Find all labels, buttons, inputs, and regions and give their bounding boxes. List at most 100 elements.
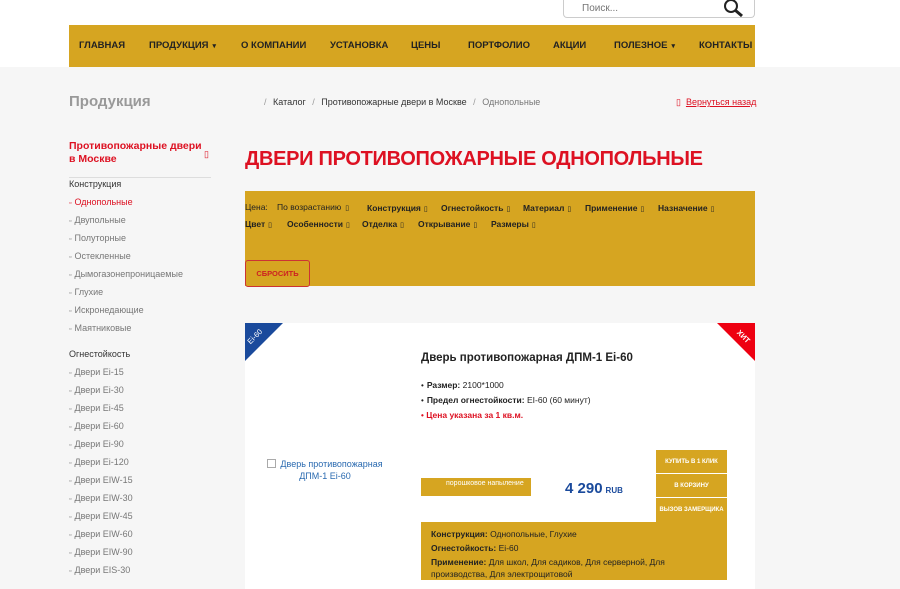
sidebar-item-label: Двери EIW-90 (74, 547, 133, 557)
sidebar-item-double-leaf[interactable]: ▫ Двупольные (69, 215, 126, 225)
price-sort-select[interactable]: По возрастанию ▯ (277, 202, 349, 212)
bullet-icon: ▫ (69, 290, 72, 297)
dropdown-icon: ▯ (531, 222, 536, 229)
product-image[interactable]: Дверь противопожарная ДПМ-1 Ei-60 (260, 458, 390, 482)
nav-about[interactable]: О КОМПАНИИ (241, 40, 306, 51)
sidebar-item-eiw30[interactable]: ▫ Двери EIW-30 (69, 493, 133, 503)
sidebar-item-label: Дымогазонепроницаемые (74, 269, 183, 279)
sidebar-item-ei15[interactable]: ▫ Двери Ei-15 (69, 367, 124, 377)
hit-badge (717, 323, 755, 361)
bullet-icon: • (421, 381, 424, 390)
sidebar-category[interactable]: Противопожарные двери в Москве (69, 140, 209, 166)
sidebar-item-ei90[interactable]: ▫ Двери Ei-90 (69, 439, 124, 449)
bullet-icon: ▫ (69, 272, 72, 279)
bullet-icon: ▫ (69, 532, 72, 539)
nav-useful[interactable]: ПОЛЕЗНОЕ ▾ (614, 40, 675, 51)
nav-contacts[interactable]: КОНТАКТЫ (699, 40, 752, 51)
dropdown-icon: ▯ (400, 222, 405, 229)
spec-label: Размер: (426, 380, 461, 390)
breadcrumb-catalog[interactable]: Каталог (273, 97, 306, 107)
bullet-icon: • (421, 411, 424, 420)
sidebar-item-label: Двери EIW-45 (74, 511, 133, 521)
filter-construction[interactable]: Конструкция ▯ (367, 203, 428, 213)
page-title: ДВЕРИ ПРОТИВОПОЖАРНЫЕ ОДНОПОЛЬНЫЕ (245, 148, 703, 170)
sidebar-item-smoke-tight[interactable]: ▫ Дымогазонепроницаемые (69, 269, 183, 279)
filter-sizes[interactable]: Размеры ▯ (491, 219, 536, 229)
sidebar-item-label: Двери EIW-30 (74, 493, 133, 503)
sidebar-item-ei60[interactable]: ▫ Двери Ei-60 (69, 421, 124, 431)
prop-value: Однопольные, Глухие (490, 529, 577, 539)
nav-products[interactable]: ПРОДУКЦИЯ ▾ (149, 40, 216, 51)
nav-useful-label: ПОЛЕЗНОЕ (614, 40, 668, 51)
breadcrumb-current: Однопольные (482, 97, 541, 107)
sidebar-item-eiw45[interactable]: ▫ Двери EIW-45 (69, 511, 133, 521)
sidebar-item-label: Маятниковые (74, 323, 132, 333)
sidebar-item-eiw60[interactable]: ▫ Двери EIW-60 (69, 529, 133, 539)
search-icon[interactable] (722, 0, 744, 18)
sidebar-item-ei30[interactable]: ▫ Двери Ei-30 (69, 385, 124, 395)
bullet-icon: ▫ (69, 326, 72, 333)
filter-label: Особенности (287, 219, 343, 229)
prop-key: Огнестойкость: (431, 543, 497, 553)
bullet-icon: ▫ (69, 388, 72, 395)
nav-prices[interactable]: ЦЕНЫ (411, 40, 440, 51)
filter-panel: Цена: По возрастанию ▯ Конструкция ▯ Огнес… (245, 191, 755, 287)
filter-opening[interactable]: Открывание ▯ (418, 219, 477, 229)
filter-features[interactable]: Особенности ▯ (287, 219, 350, 229)
price-sort-value: По возрастанию (277, 202, 342, 212)
sidebar-group-title: Конструкция (69, 179, 122, 189)
prop-fire-resistance: Огнестойкость: Ei-60 (431, 541, 717, 555)
sidebar-item-label: Полуторные (74, 233, 126, 243)
bullet-icon: ▫ (69, 460, 72, 467)
nav-installation[interactable]: УСТАНОВКА (330, 40, 388, 51)
sidebar-item-label: Однопольные (74, 197, 133, 207)
product-card: Ei-60 ХИТ Дверь противопожарная ДПМ-1 Ei… (245, 323, 755, 589)
sidebar-item-solid[interactable]: ▫ Глухие (69, 287, 103, 297)
filter-purpose[interactable]: Назначение ▯ (658, 203, 714, 213)
bullet-icon: ▫ (69, 568, 72, 575)
product-price: 4 290 RUB (565, 480, 623, 497)
sidebar-item-ei120[interactable]: ▫ Двери Ei-120 (69, 457, 129, 467)
sidebar-item-single-leaf[interactable]: ▫ Однопольные (69, 197, 133, 207)
sidebar-item-eis30[interactable]: ▫ Двери EIS-30 (69, 565, 130, 575)
filter-material[interactable]: Материал ▯ (523, 203, 571, 213)
bullet-icon: ▫ (69, 550, 72, 557)
breadcrumb-separator: / (312, 97, 315, 107)
product-image-alt: Дверь противопожарная ДПМ-1 Ei-60 (280, 459, 383, 481)
bullet-icon: ▫ (69, 236, 72, 243)
sidebar-item-label: Двери Ei-90 (74, 439, 124, 449)
call-measurer-button[interactable]: ВЫЗОВ ЗАМЕРЩИКА (656, 498, 727, 522)
sidebar-item-spark-free[interactable]: ▫ Искронедающие (69, 305, 144, 315)
filter-application[interactable]: Применение ▯ (585, 203, 644, 213)
filter-label: Открывание (418, 219, 471, 229)
dropdown-icon: ▯ (423, 206, 428, 213)
product-title[interactable]: Дверь противопожарная ДПМ-1 Ei-60 (421, 352, 633, 364)
nav-home[interactable]: ГЛАВНАЯ (79, 40, 125, 51)
nav-portfolio[interactable]: ПОРТФОЛИО (468, 40, 530, 51)
bullet-icon: ▫ (69, 370, 72, 377)
sidebar-item-one-and-half[interactable]: ▫ Полуторные (69, 233, 126, 243)
nav-promotions[interactable]: АКЦИИ (553, 40, 586, 51)
bullet-icon: ▫ (69, 424, 72, 431)
dropdown-icon: ▯ (567, 206, 572, 213)
filter-fire-resistance[interactable]: Огнестойкость ▯ (441, 203, 510, 213)
buy-one-click-button[interactable]: КУПИТЬ В 1 КЛИК (656, 450, 727, 474)
coating-tag: порошковое напыление (421, 478, 531, 496)
filter-finish[interactable]: Отделка ▯ (362, 219, 404, 229)
divider (69, 177, 211, 178)
add-to-cart-button[interactable]: В КОРЗИНУ (656, 474, 727, 498)
back-link[interactable]: ▯ Вернуться назад (676, 97, 756, 108)
sidebar-item-glazed[interactable]: ▫ Остекленные (69, 251, 131, 261)
sidebar-item-eiw90[interactable]: ▫ Двери EIW-90 (69, 547, 133, 557)
search-input[interactable] (572, 1, 722, 15)
breadcrumb-category[interactable]: Противопожарные двери в Москве (321, 97, 466, 107)
sidebar-item-ei45[interactable]: ▫ Двери Ei-45 (69, 403, 124, 413)
filter-color[interactable]: Цвет ▯ (245, 219, 272, 229)
sidebar-item-eiw15[interactable]: ▫ Двери EIW-15 (69, 475, 133, 485)
sidebar-group-title: Огнестойкость (69, 349, 131, 359)
breadcrumb-separator: / (473, 97, 476, 107)
sidebar-item-pendulum[interactable]: ▫ Маятниковые (69, 323, 131, 333)
bullet-icon: ▫ (69, 478, 72, 485)
reset-button[interactable]: СБРОСИТЬ (245, 260, 310, 287)
toggle-icon[interactable]: ▯ (204, 149, 209, 160)
